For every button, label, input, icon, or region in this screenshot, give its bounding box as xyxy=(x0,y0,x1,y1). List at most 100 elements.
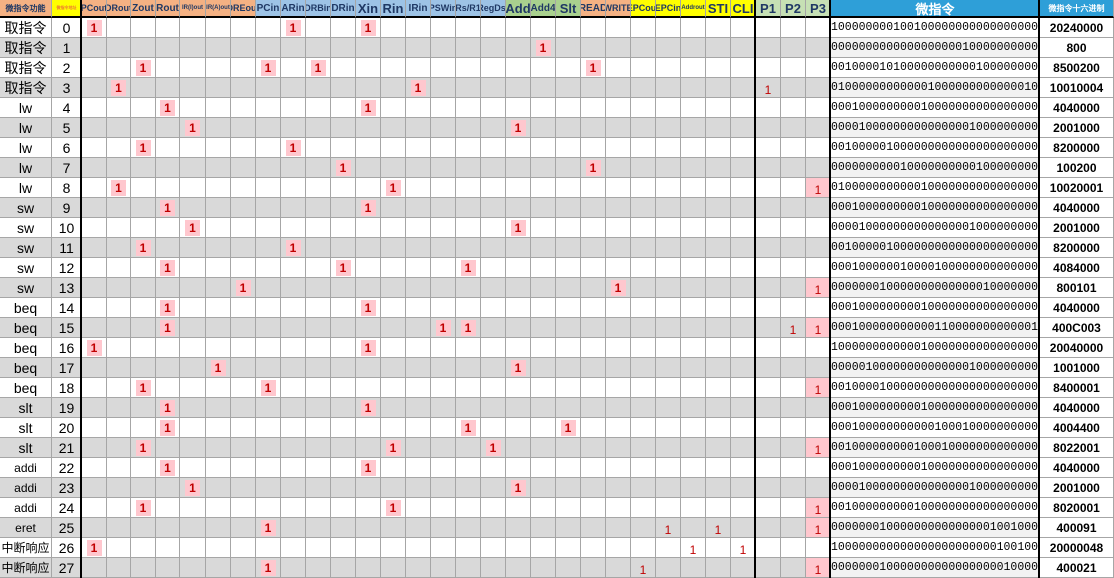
signal-cell[interactable] xyxy=(731,398,756,418)
signal-cell[interactable] xyxy=(107,218,131,238)
signal-cell[interactable] xyxy=(581,398,606,418)
signal-cell[interactable] xyxy=(281,218,306,238)
signal-cell[interactable] xyxy=(631,218,656,238)
signal-cell[interactable] xyxy=(82,78,107,98)
signal-cell[interactable] xyxy=(107,558,131,578)
signal-cell[interactable] xyxy=(681,118,706,138)
signal-cell[interactable] xyxy=(331,18,356,38)
signal-cell[interactable] xyxy=(306,78,331,98)
signal-cell[interactable] xyxy=(731,458,756,478)
signal-cell[interactable] xyxy=(506,398,531,418)
signal-cell[interactable] xyxy=(731,258,756,278)
signal-cell[interactable] xyxy=(180,178,206,198)
signal-cell[interactable] xyxy=(256,38,281,58)
signal-cell[interactable] xyxy=(231,198,256,218)
signal-cell[interactable] xyxy=(456,58,481,78)
signal-cell[interactable] xyxy=(306,118,331,138)
signal-cell[interactable] xyxy=(706,18,731,38)
signal-cell[interactable] xyxy=(356,58,381,78)
signal-cell[interactable] xyxy=(431,78,456,98)
signal-cell[interactable] xyxy=(331,98,356,118)
signal-cell[interactable] xyxy=(581,298,606,318)
signal-cell[interactable] xyxy=(431,18,456,38)
signal-cell[interactable]: 1 xyxy=(256,558,281,578)
signal-cell[interactable] xyxy=(381,558,406,578)
signal-cell[interactable]: 1 xyxy=(506,118,531,138)
signal-cell[interactable] xyxy=(506,58,531,78)
signal-cell[interactable] xyxy=(180,498,206,518)
signal-cell[interactable] xyxy=(231,478,256,498)
signal-cell[interactable] xyxy=(431,418,456,438)
signal-cell[interactable] xyxy=(706,458,731,478)
signal-cell[interactable] xyxy=(306,278,331,298)
signal-cell[interactable] xyxy=(431,378,456,398)
signal-cell[interactable] xyxy=(156,218,180,238)
signal-cell[interactable] xyxy=(781,458,806,478)
signal-cell[interactable] xyxy=(206,258,231,278)
signal-cell[interactable] xyxy=(256,78,281,98)
signal-cell[interactable] xyxy=(706,38,731,58)
signal-cell[interactable] xyxy=(656,238,681,258)
signal-cell[interactable] xyxy=(456,138,481,158)
signal-cell[interactable] xyxy=(481,238,506,258)
signal-cell[interactable] xyxy=(556,98,581,118)
signal-cell[interactable] xyxy=(256,338,281,358)
signal-cell[interactable] xyxy=(656,458,681,478)
signal-cell[interactable] xyxy=(656,18,681,38)
signal-cell[interactable] xyxy=(306,178,331,198)
signal-cell[interactable] xyxy=(781,98,806,118)
signal-cell[interactable] xyxy=(331,538,356,558)
signal-cell[interactable] xyxy=(806,478,831,498)
signal-cell[interactable] xyxy=(581,558,606,578)
signal-cell[interactable] xyxy=(606,418,631,438)
signal-cell[interactable] xyxy=(756,278,781,298)
signal-cell[interactable] xyxy=(756,298,781,318)
signal-cell[interactable] xyxy=(406,418,431,438)
signal-cell[interactable] xyxy=(331,498,356,518)
signal-cell[interactable] xyxy=(806,218,831,238)
signal-cell[interactable]: 1 xyxy=(180,218,206,238)
signal-cell[interactable] xyxy=(107,18,131,38)
signal-cell[interactable] xyxy=(107,498,131,518)
signal-cell[interactable] xyxy=(131,538,156,558)
signal-cell[interactable] xyxy=(256,358,281,378)
signal-cell[interactable] xyxy=(581,178,606,198)
signal-cell[interactable] xyxy=(306,318,331,338)
signal-cell[interactable] xyxy=(631,178,656,198)
signal-cell[interactable]: 1 xyxy=(281,18,306,38)
signal-cell[interactable] xyxy=(781,178,806,198)
signal-cell[interactable]: 1 xyxy=(180,478,206,498)
signal-cell[interactable]: 1 xyxy=(107,78,131,98)
signal-cell[interactable] xyxy=(381,218,406,238)
signal-cell[interactable] xyxy=(456,358,481,378)
signal-cell[interactable] xyxy=(406,38,431,58)
signal-cell[interactable] xyxy=(606,198,631,218)
signal-cell[interactable] xyxy=(331,278,356,298)
signal-cell[interactable] xyxy=(506,418,531,438)
signal-cell[interactable] xyxy=(82,238,107,258)
signal-cell[interactable] xyxy=(306,538,331,558)
signal-cell[interactable] xyxy=(481,538,506,558)
signal-cell[interactable] xyxy=(156,478,180,498)
signal-cell[interactable] xyxy=(481,278,506,298)
signal-cell[interactable] xyxy=(231,538,256,558)
signal-cell[interactable]: 1 xyxy=(156,318,180,338)
signal-cell[interactable] xyxy=(356,38,381,58)
signal-cell[interactable] xyxy=(506,38,531,58)
signal-cell[interactable] xyxy=(356,238,381,258)
signal-cell[interactable] xyxy=(731,498,756,518)
signal-cell[interactable] xyxy=(556,38,581,58)
signal-cell[interactable] xyxy=(706,438,731,458)
signal-cell[interactable]: 1 xyxy=(131,138,156,158)
signal-cell[interactable] xyxy=(231,398,256,418)
signal-cell[interactable] xyxy=(706,358,731,378)
signal-cell[interactable] xyxy=(381,158,406,178)
signal-cell[interactable] xyxy=(281,198,306,218)
signal-cell[interactable] xyxy=(281,358,306,378)
signal-cell[interactable] xyxy=(356,418,381,438)
signal-cell[interactable] xyxy=(556,498,581,518)
signal-cell[interactable] xyxy=(806,38,831,58)
signal-cell[interactable] xyxy=(331,198,356,218)
signal-cell[interactable] xyxy=(806,538,831,558)
signal-cell[interactable] xyxy=(82,158,107,178)
